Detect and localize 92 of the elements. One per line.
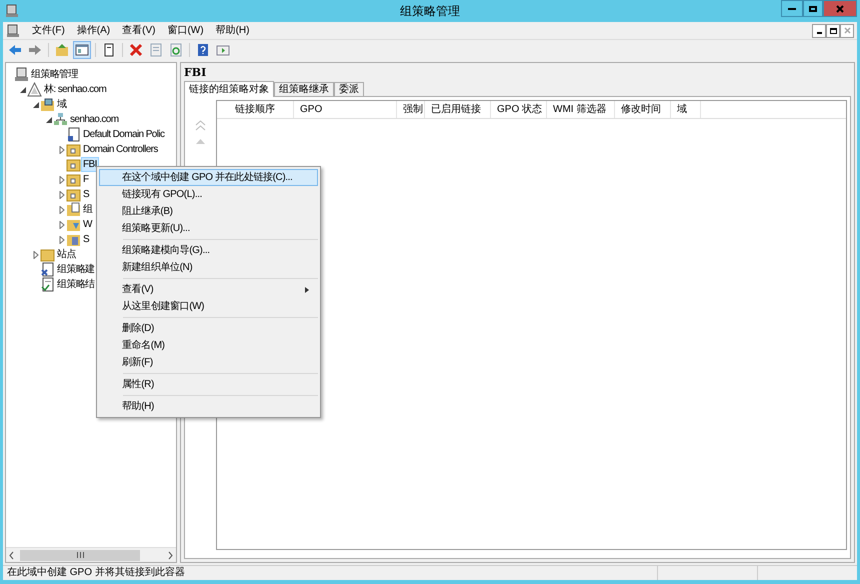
menu-item[interactable]: 链接现有 GPO(L)... [99, 186, 318, 203]
column-header[interactable]: 域 [671, 101, 701, 118]
back-arrow-icon [7, 42, 23, 58]
column-header[interactable]: 已启用链接 [425, 101, 491, 118]
folder-icon [40, 247, 55, 262]
minimize-button[interactable] [781, 0, 803, 17]
collapsed-arrow-icon[interactable] [33, 250, 39, 258]
close-icon [844, 27, 850, 34]
menu-item[interactable]: 删除(D) [99, 320, 318, 337]
menu-item[interactable]: 帮助(H) [99, 398, 318, 415]
folder-icon [66, 157, 81, 172]
collapsed-arrow-icon[interactable] [59, 190, 65, 198]
triangle-icon [27, 82, 42, 97]
tree-item[interactable]: senhao.com [68, 112, 120, 127]
folder-up-icon [54, 42, 70, 58]
menu-item[interactable]: 查看(V) [99, 281, 318, 298]
menu-item[interactable]: 阻止继承(B) [99, 203, 318, 220]
tree-item[interactable]: 组策略结 [55, 277, 97, 292]
collapsed-arrow-icon[interactable] [59, 236, 65, 244]
document-icon [66, 127, 81, 142]
grip-icon [76, 552, 84, 558]
collapsed-arrow-icon[interactable] [59, 206, 65, 214]
tree-item[interactable]: 林: senhao.com [42, 82, 108, 97]
expanded-arrow-icon[interactable] [46, 116, 52, 122]
pane-heading: FBI [184, 66, 208, 80]
tree-item[interactable]: 站点 [55, 247, 78, 262]
tree-item[interactable]: S [81, 232, 92, 247]
menu-item[interactable]: 窗口(W) [161, 22, 210, 38]
column-header[interactable]: GPO [294, 101, 397, 118]
column-header[interactable]: GPO 状态 [491, 101, 547, 118]
help-icon [195, 42, 211, 58]
refresh-icon [168, 42, 184, 58]
menu-item[interactable]: 操作(A) [70, 22, 116, 38]
status-text: 在此域中创建 GPO 并将其链接到此容器 [6, 566, 186, 580]
tree-item[interactable]: 组策略建 [55, 262, 97, 277]
tree-item[interactable]: Default Domain Polic [81, 127, 166, 142]
console-icon [14, 67, 29, 82]
tree-item[interactable]: Domain Controllers [81, 142, 160, 157]
console-icon [5, 4, 19, 18]
collapsed-arrow-icon[interactable] [59, 146, 65, 154]
menu-item[interactable]: 组策略更新(U)... [99, 220, 318, 237]
column-header[interactable]: 修改时间 [615, 101, 671, 118]
forward-arrow-icon [27, 42, 43, 58]
menu-item[interactable]: 组策略建模向导(G)... [99, 242, 318, 259]
folder-icon [66, 187, 81, 202]
close-button[interactable] [823, 0, 857, 17]
window-title: 组策略管理 [400, 4, 460, 18]
expanded-arrow-icon[interactable] [33, 102, 39, 108]
tree-item[interactable]: S [81, 187, 92, 202]
document-icon [40, 277, 55, 292]
tab[interactable]: 委派 [334, 82, 364, 96]
network-icon [53, 112, 68, 127]
menu-item[interactable]: 属性(R) [99, 376, 318, 393]
properties-icon [148, 42, 164, 58]
document-icon [40, 262, 55, 277]
minimize-button[interactable] [812, 24, 826, 38]
folder-icon [66, 202, 81, 217]
folder-icon [66, 217, 81, 232]
console-icon [6, 24, 20, 38]
close-icon [836, 4, 844, 12]
column-header[interactable]: 强制 [397, 101, 425, 118]
menu-item[interactable]: 查看(V) [116, 22, 162, 38]
folder-icon [66, 232, 81, 247]
folder-icon [40, 97, 55, 112]
tree-item[interactable]: W [81, 217, 94, 232]
tree-item[interactable]: 域 [55, 97, 68, 112]
menu-item[interactable]: 帮助(H) [210, 22, 256, 38]
tree-item[interactable]: 组策略管理 [29, 67, 80, 82]
menu-item[interactable]: 文件(F) [26, 22, 71, 38]
column-header[interactable]: 链接顺序 [217, 101, 294, 118]
restore-button[interactable] [826, 24, 840, 38]
tree-item[interactable]: F [81, 172, 91, 187]
collapsed-arrow-icon[interactable] [59, 220, 65, 228]
tab[interactable]: 组策略继承 [274, 82, 334, 96]
column-header[interactable]: WMI 筛选器 [547, 101, 615, 118]
menu-item[interactable]: 重命名(M) [99, 337, 318, 354]
maximize-button[interactable] [803, 0, 823, 17]
menu-item[interactable]: 从这里创建窗口(W) [99, 298, 318, 315]
toolbar-button[interactable] [73, 41, 91, 59]
panel-icon [74, 42, 90, 58]
tree-item[interactable]: 组 [81, 202, 94, 217]
delete-icon [128, 42, 144, 58]
menu-item[interactable]: 在这个域中创建 GPO 并在此处链接(C)... [99, 169, 318, 186]
folder-icon [66, 172, 81, 187]
menu-item[interactable]: 刷新(F) [99, 354, 318, 371]
tree-item[interactable]: FBI [81, 157, 99, 172]
tab[interactable]: 链接的组策略对象 [184, 81, 274, 97]
menu-item[interactable]: 新建组织单位(N) [99, 259, 318, 276]
collapsed-arrow-icon[interactable] [59, 176, 65, 184]
expanded-arrow-icon[interactable] [20, 86, 26, 92]
scroll-thumb[interactable] [20, 550, 140, 560]
folder-icon [66, 142, 81, 157]
